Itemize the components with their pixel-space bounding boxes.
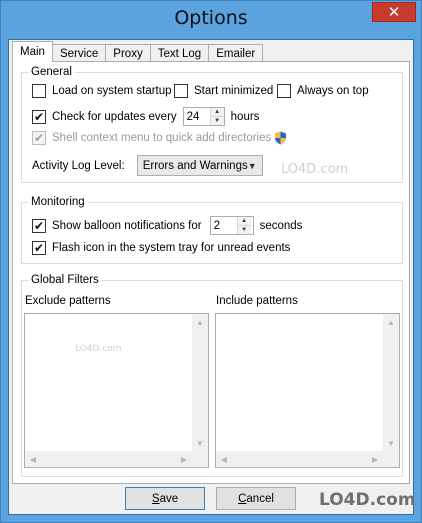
always-on-top-option[interactable]: Always on top: [277, 84, 369, 98]
scroll-up-icon[interactable]: ▲: [383, 314, 399, 330]
spin-down-icon[interactable]: ▼: [210, 117, 224, 125]
scroll-right-icon[interactable]: ▶: [367, 451, 383, 467]
save-button[interactable]: Save: [125, 487, 205, 510]
scroll-corner: [383, 451, 399, 467]
flash-icon-checkbox[interactable]: [32, 241, 46, 255]
window-title: Options: [174, 7, 248, 29]
spin-down-icon[interactable]: ▼: [237, 226, 251, 234]
load-on-startup-checkbox[interactable]: [32, 84, 46, 98]
save-mnemonic: S: [151, 492, 160, 505]
always-on-top-label: Always on top: [297, 85, 369, 97]
tab-panel-main: General Load on system startup Start min…: [12, 61, 410, 484]
scroll-corner: [192, 451, 208, 467]
update-interval-unit: hours: [230, 110, 260, 123]
exclude-patterns-label: Exclude patterns: [25, 295, 111, 307]
global-filters-group-label: Global Filters: [28, 274, 102, 286]
tab-service[interactable]: Service: [51, 44, 107, 62]
close-icon: ✕: [387, 3, 401, 21]
monitoring-group: Monitoring Show balloon notifications fo…: [21, 196, 403, 264]
scroll-down-icon[interactable]: ▼: [383, 435, 399, 451]
flash-icon-label: Flash icon in the system tray for unread…: [52, 242, 291, 254]
shell-menu-option: Shell context menu to quick add director…: [32, 131, 287, 145]
shell-menu-checkbox[interactable]: [32, 131, 46, 145]
save-label: ave: [159, 492, 179, 505]
check-updates-option: Check for updates every 24 ▲ ▼ hours: [32, 107, 259, 126]
scroll-left-icon[interactable]: ◀: [216, 451, 232, 467]
watermark-logo: LO4D.com: [281, 162, 349, 177]
start-minimized-option[interactable]: Start minimized: [174, 84, 273, 98]
spin-up-icon[interactable]: ▲: [237, 217, 251, 226]
watermark-corner: LO4D.com: [319, 490, 416, 510]
dialog-body: Main Service Proxy Text Log Emailer Gene…: [8, 39, 416, 515]
cancel-mnemonic: C: [238, 492, 247, 505]
include-vertical-scrollbar[interactable]: ▲ ▼: [383, 314, 399, 451]
scroll-down-icon[interactable]: ▼: [192, 435, 208, 451]
activity-log-label: Activity Log Level:: [32, 159, 125, 172]
options-window: Options ✕ Main Service Proxy Text Log Em…: [0, 0, 422, 523]
chevron-down-icon: ▼: [247, 160, 257, 171]
cancel-button[interactable]: Cancel: [216, 487, 296, 510]
shell-menu-label: Shell context menu to quick add director…: [52, 132, 272, 144]
uac-shield-icon: [275, 131, 287, 145]
general-group-label: General: [28, 66, 75, 78]
balloon-duration-spinner[interactable]: 2 ▲ ▼: [209, 216, 254, 235]
include-horizontal-scrollbar[interactable]: ◀ ▶: [216, 451, 383, 467]
balloon-checkbox[interactable]: [32, 218, 46, 233]
include-patterns-list[interactable]: ▲ ▼ ◀ ▶: [215, 313, 400, 468]
balloon-option: Show balloon notifications for 2 ▲ ▼ sec…: [32, 216, 302, 235]
balloon-duration-value[interactable]: 2: [211, 217, 237, 234]
exclude-vertical-scrollbar[interactable]: ▲ ▼: [192, 314, 208, 451]
activity-log-option: Activity Log Level: Errors and Warnings …: [32, 155, 263, 176]
tab-text-log[interactable]: Text Log: [149, 44, 210, 62]
load-on-startup-option[interactable]: Load on system startup: [32, 84, 172, 98]
global-filters-group: Global Filters Exclude patterns Include …: [21, 274, 403, 477]
tab-main[interactable]: Main: [12, 41, 53, 62]
start-minimized-checkbox[interactable]: [174, 84, 188, 98]
start-minimized-label: Start minimized: [194, 85, 274, 97]
update-interval-spinner[interactable]: 24 ▲ ▼: [182, 107, 225, 126]
update-interval-value[interactable]: 24: [184, 108, 210, 125]
exclude-patterns-list[interactable]: LO4D.com ▲ ▼ ◀ ▶: [24, 313, 209, 468]
balloon-duration-unit: seconds: [259, 219, 303, 232]
scroll-right-icon[interactable]: ▶: [176, 451, 192, 467]
exclude-horizontal-scrollbar[interactable]: ◀ ▶: [25, 451, 192, 467]
cancel-label: ancel: [246, 492, 274, 505]
flash-icon-option[interactable]: Flash icon in the system tray for unread…: [32, 241, 290, 255]
always-on-top-checkbox[interactable]: [277, 84, 291, 98]
scroll-left-icon[interactable]: ◀: [25, 451, 41, 467]
activity-log-select[interactable]: Errors and Warnings ▼: [136, 155, 263, 176]
title-bar[interactable]: Options ✕: [1, 1, 421, 39]
include-patterns-label: Include patterns: [216, 295, 298, 307]
load-on-startup-label: Load on system startup: [52, 85, 172, 97]
monitoring-group-label: Monitoring: [28, 196, 88, 208]
activity-log-value: Errors and Warnings: [142, 159, 248, 172]
watermark-small: LO4D.com: [75, 344, 122, 354]
tab-strip: Main Service Proxy Text Log Emailer: [12, 41, 264, 62]
balloon-label: Show balloon notifications for: [52, 219, 202, 232]
check-updates-label: Check for updates every: [52, 110, 177, 123]
close-button[interactable]: ✕: [372, 2, 416, 22]
check-updates-checkbox[interactable]: [32, 109, 46, 124]
tab-proxy[interactable]: Proxy: [105, 44, 151, 62]
spin-up-icon[interactable]: ▲: [210, 108, 224, 117]
tab-emailer[interactable]: Emailer: [208, 44, 264, 62]
scroll-up-icon[interactable]: ▲: [192, 314, 208, 330]
